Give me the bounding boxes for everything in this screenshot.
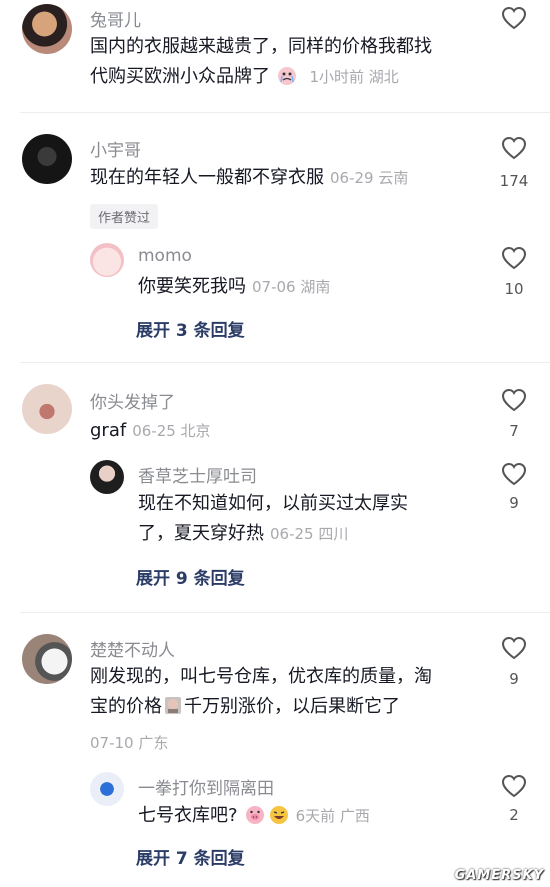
reply-avatar[interactable]	[90, 772, 124, 806]
sticker-emoji-icon	[162, 694, 184, 716]
heart-icon	[501, 388, 527, 412]
reply-meta: 6天前 广西	[295, 807, 370, 825]
divider	[20, 112, 550, 113]
comment-text[interactable]: 刚发现的，叫七号仓库，优衣库的质量，淘 宝的价格 千万别涨价，以后果断它了	[90, 662, 490, 722]
heart-icon	[501, 462, 527, 486]
reply-text-line: 现在不知道如何，以前买过太厚实	[138, 493, 408, 514]
like-count: 9	[509, 670, 519, 688]
comment-text-segment: 现在的年轻人一般都不穿衣服	[90, 167, 324, 188]
expand-replies-link[interactable]: 展开 7 条回复	[136, 844, 245, 869]
reply-text-segment: 你要笑死我吗	[138, 276, 246, 297]
like-count: 10	[504, 280, 524, 298]
reply-meta: 07-06 湖南	[252, 278, 331, 296]
comment-text-line: 代购买欧洲小众品牌了 1小时前 湖北	[90, 62, 470, 92]
reply-meta: 06-25 四川	[270, 525, 349, 543]
comment-text-segment: 千万别涨价，以后果断它了	[184, 696, 400, 717]
avatar[interactable]	[22, 4, 72, 54]
comment-text[interactable]: graf 06-25 北京	[90, 416, 470, 446]
avatar[interactable]	[22, 384, 72, 434]
author-liked-badge: 作者赞过	[90, 204, 159, 229]
heart-icon	[501, 636, 527, 660]
reply-avatar[interactable]	[90, 243, 124, 277]
comment-text-segment: graf	[90, 420, 127, 441]
like-count: 174	[499, 172, 529, 190]
comment-meta: 1小时前 湖北	[309, 68, 399, 86]
reply-username[interactable]: momo	[138, 246, 192, 266]
reply-text-segment: 了，夏天穿好热	[138, 523, 264, 544]
reply-like-button[interactable]: 10	[494, 246, 534, 298]
comment-text-line: 刚发现的，叫七号仓库，优衣库的质量，淘	[90, 666, 432, 687]
crying-emoji-icon	[276, 64, 298, 86]
like-button[interactable]: 174	[494, 136, 534, 190]
laughing-emoji-icon	[268, 803, 290, 825]
heart-icon	[501, 6, 527, 30]
comment-text[interactable]: 国内的衣服越来越贵了，同样的价格我都找 代购买欧洲小众品牌了 1小时前 湖北	[90, 32, 470, 92]
reply-text-line: 了，夏天穿好热 06-25 四川	[138, 519, 468, 549]
expand-replies-link[interactable]: 展开 3 条回复	[136, 316, 245, 341]
comment-text-line: 国内的衣服越来越贵了，同样的价格我都找	[90, 36, 432, 57]
comment-username[interactable]: 小宇哥	[90, 136, 141, 161]
heart-icon	[501, 136, 527, 160]
pig-emoji-icon	[244, 803, 266, 825]
comment-text[interactable]: 现在的年轻人一般都不穿衣服 06-29 云南	[90, 163, 470, 193]
watermark-logo: GAMERSKY	[454, 868, 544, 883]
like-count: 7	[509, 422, 519, 440]
reply-like-button[interactable]: 9	[494, 462, 534, 512]
comment-username[interactable]: 你头发掉了	[90, 388, 175, 413]
avatar[interactable]	[22, 634, 72, 684]
comment-text-segment: 宝的价格	[90, 696, 162, 717]
like-button[interactable]	[494, 6, 534, 30]
comment-username[interactable]: 楚楚不动人	[90, 636, 175, 661]
comment-meta: 06-25 北京	[132, 422, 211, 440]
comment-text-segment: 代购买欧洲小众品牌了	[90, 66, 270, 87]
divider	[20, 362, 550, 363]
divider	[20, 612, 550, 613]
like-button[interactable]: 7	[494, 388, 534, 440]
reply-username[interactable]: 一拳打你到隔离田	[138, 774, 274, 799]
comment-meta: 07-10 广东	[90, 734, 169, 752]
heart-icon	[501, 246, 527, 270]
reply-username[interactable]: 香草芝士厚吐司	[138, 462, 257, 487]
comment-4: 楚楚不动人 刚发现的，叫七号仓库，优衣库的质量，淘 宝的价格 千万别涨价，以后果断…	[0, 626, 550, 887]
expand-replies-link[interactable]: 展开 9 条回复	[136, 564, 245, 589]
reply-like-button[interactable]: 2	[494, 774, 534, 824]
comment-1: 兔哥儿 国内的衣服越来越贵了，同样的价格我都找 代购买欧洲小众品牌了 1小时前 …	[0, 0, 550, 100]
comment-3: 你头发掉了 graf 06-25 北京 7 香草芝士厚吐司 现在不知道如何，以前买…	[0, 376, 550, 606]
comment-2: 小宇哥 现在的年轻人一般都不穿衣服 06-29 云南 174 作者赞过 momo …	[0, 128, 550, 358]
reply-text[interactable]: 现在不知道如何，以前买过太厚实 了，夏天穿好热 06-25 四川	[138, 489, 468, 549]
reply-avatar[interactable]	[90, 460, 124, 494]
reply-text[interactable]: 七号衣库吧? 6天前 广西	[138, 801, 478, 831]
like-button[interactable]: 9	[494, 636, 534, 688]
comment-text-line: 宝的价格 千万别涨价，以后果断它了	[90, 692, 490, 722]
comment-meta: 06-29 云南	[330, 169, 409, 187]
reply-text-segment: 七号衣库吧?	[138, 805, 238, 826]
heart-icon	[501, 774, 527, 798]
reply-text[interactable]: 你要笑死我吗 07-06 湖南	[138, 272, 468, 302]
like-count: 2	[509, 806, 519, 824]
avatar[interactable]	[22, 134, 72, 184]
like-count: 9	[509, 494, 519, 512]
comment-username[interactable]: 兔哥儿	[90, 6, 141, 31]
